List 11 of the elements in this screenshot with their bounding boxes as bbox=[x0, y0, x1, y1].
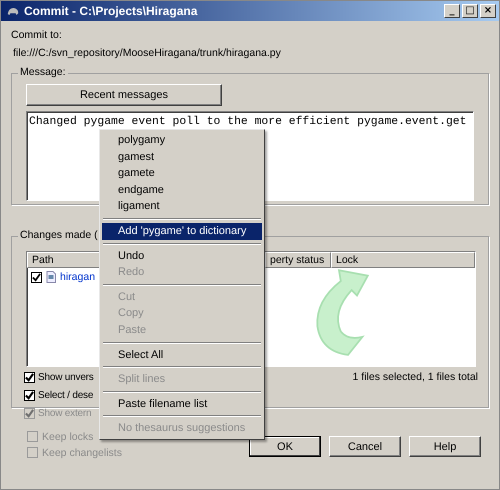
checkbox-label: Keep locks bbox=[42, 430, 94, 442]
checkbox-label: Show unvers bbox=[38, 372, 94, 383]
selection-status: 1 files selected, 1 files total bbox=[352, 371, 478, 385]
checkbox-label: Show extern bbox=[38, 408, 92, 419]
commit-to-label: Commit to: bbox=[11, 29, 63, 43]
checkbox-label: Select / dese bbox=[38, 390, 94, 401]
group-label: Message: bbox=[18, 66, 68, 78]
checkbox-label: Keep changelists bbox=[42, 446, 122, 458]
repository-url: file:///C:/svn_repository/MooseHiragana/trunk/hiragana.py bbox=[12, 47, 282, 61]
window-title: Commit - C:\Projects\Hiragana bbox=[24, 4, 198, 18]
group-label: Changes made ( bbox=[18, 229, 100, 241]
